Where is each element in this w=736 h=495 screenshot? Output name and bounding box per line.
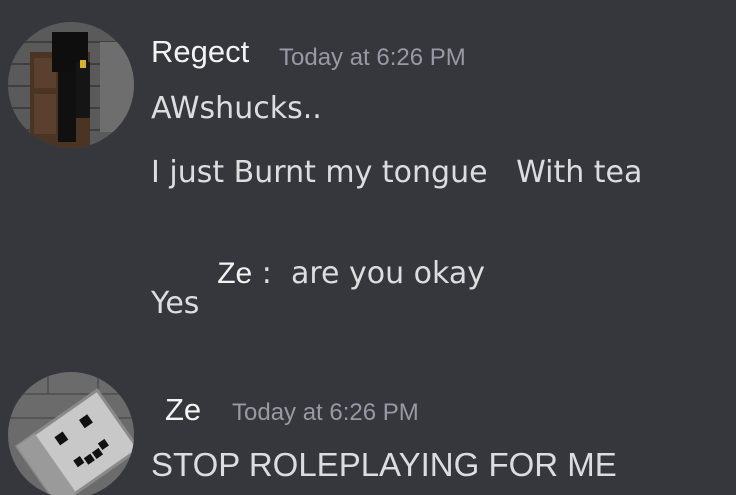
avatar[interactable] <box>8 372 134 495</box>
message-text: Yes <box>151 286 200 321</box>
speaker-separator: : <box>252 256 291 291</box>
minecraft-character-avatar-icon <box>8 22 134 148</box>
message-timestamp: Today at 6:26 PM <box>232 399 419 426</box>
chat-messages: Regect Today at 6:26 PM AWshucks.. I jus… <box>0 0 736 495</box>
message-text: I just Burnt my tongue With tea <box>151 155 643 190</box>
message-text: Ze : are you okay <box>160 221 485 326</box>
quoted-speaker-name: Ze <box>217 257 253 290</box>
message-text: AWshucks.. <box>151 91 322 126</box>
message-text: STOP ROLEPLAYING FOR ME <box>151 446 617 483</box>
message-timestamp: Today at 6:26 PM <box>279 44 466 71</box>
avatar[interactable] <box>8 22 134 148</box>
quoted-text: are you okay <box>290 256 486 291</box>
author-name[interactable]: Regect <box>151 34 249 70</box>
author-name[interactable]: Ze <box>165 392 201 428</box>
minecraft-face-avatar-icon <box>8 372 134 495</box>
